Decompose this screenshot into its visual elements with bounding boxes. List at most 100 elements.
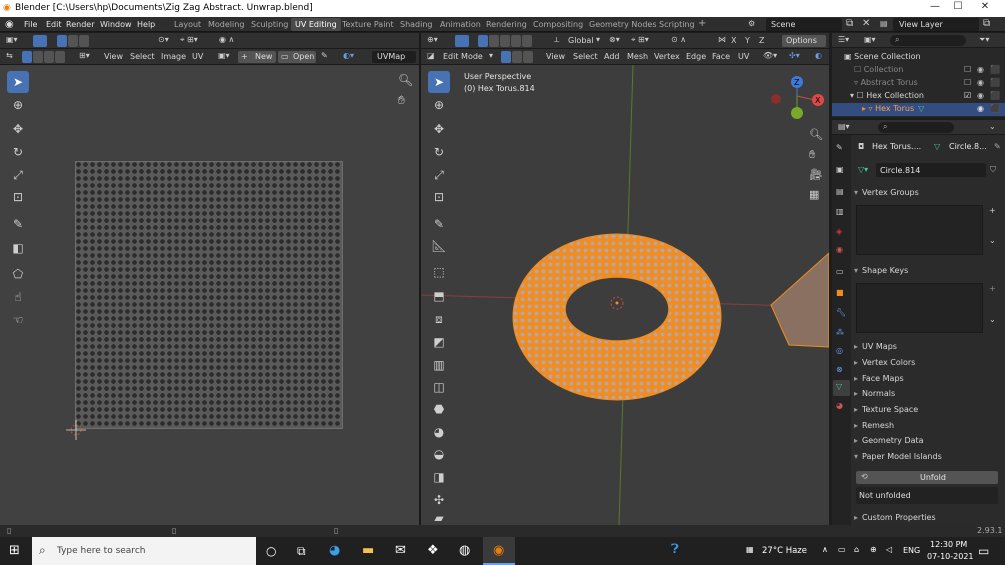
edge-select-mode[interactable] — [512, 51, 522, 63]
mirror-z[interactable]: Z — [759, 36, 764, 45]
pin-context-icon[interactable]: ✎ — [994, 142, 1001, 151]
outliner-type-icon[interactable]: ☰▾ — [838, 35, 849, 44]
shear-tool-icon[interactable]: ▰ — [428, 511, 450, 525]
extrude-tool-icon[interactable]: ⬒ — [428, 285, 450, 307]
weather-icon[interactable]: ▦ — [746, 545, 754, 554]
menu-help[interactable]: Help — [137, 20, 155, 29]
visibility-eye-icon[interactable]: ◉ — [977, 78, 984, 87]
viewport-editor-type-icon[interactable]: ⊕▾ — [427, 35, 438, 44]
app-icon[interactable]: ◍ — [459, 543, 470, 558]
gizmo-icon[interactable]: ✣▾ — [789, 51, 800, 60]
vertex-select-mode[interactable] — [501, 51, 511, 63]
uv-menu-view[interactable]: View — [104, 52, 123, 61]
spin-tool-icon[interactable]: ◕ — [428, 421, 450, 443]
tab-geometry-nodes[interactable]: Geometry Nodes — [589, 20, 656, 29]
vp-transform-tool-icon[interactable]: ⊡ — [428, 186, 450, 208]
tab-sculpting[interactable]: Sculpting — [251, 20, 288, 29]
uv-select-edge[interactable] — [68, 35, 78, 47]
vp-measure-tool-icon[interactable]: 📐︎ — [428, 235, 450, 257]
object-tab-icon[interactable]: ■ — [836, 288, 844, 297]
material-tab-icon[interactable]: ◕ — [836, 401, 843, 410]
transform-tool-icon[interactable]: ⊡ — [7, 186, 29, 208]
tab-modeling[interactable]: Modeling — [208, 20, 244, 29]
mesh-browse-icon[interactable]: ▽▾ — [858, 165, 868, 174]
select-mode-subtract[interactable] — [500, 35, 510, 47]
viewport-snap-icon[interactable]: ⌖ ⊞▾ — [631, 35, 649, 45]
loop-cut-tool-icon[interactable]: ▥ — [428, 354, 450, 376]
uv-edge-mode[interactable] — [33, 51, 43, 63]
viewport-pivot-icon[interactable]: ⊗▾ — [609, 35, 620, 44]
cortana-icon[interactable]: ○ — [266, 544, 276, 558]
uv-sync-icon[interactable]: ⇆ — [6, 51, 13, 60]
uv-menu-uv[interactable]: UV — [192, 52, 203, 61]
menu-file[interactable]: File — [24, 20, 37, 29]
globe-icon[interactable]: ⊕ — [870, 545, 877, 554]
fake-user-icon[interactable]: ⛉ — [990, 165, 996, 175]
tray-chevron-icon[interactable]: ∧ — [822, 545, 828, 554]
open-image-button[interactable]: ▭ Open — [278, 51, 316, 63]
viewport-menu-select[interactable]: Select — [573, 52, 598, 61]
tab-animation[interactable]: Animation — [440, 20, 481, 29]
uv-vertex-mode[interactable] — [22, 51, 32, 63]
panel-vertex-colors[interactable]: ▸ Vertex Colors — [854, 358, 1004, 372]
image-browse-icon[interactable]: ▣▾ — [218, 51, 230, 60]
help-icon[interactable]: ❓︎ — [671, 542, 679, 557]
task-view-icon[interactable]: ⧉ — [297, 544, 306, 559]
edge-browser-icon[interactable]: ◕ — [329, 543, 340, 558]
rip-region-icon[interactable]: ◧ — [7, 237, 29, 259]
close-button[interactable]: ✕ — [978, 1, 992, 12]
exclude-checkbox-icon[interactable]: ☐ — [964, 65, 971, 74]
uvmap-selector[interactable]: UVMap — [372, 51, 416, 63]
vp-scale-tool-icon[interactable]: ⤢ — [428, 164, 450, 186]
visibility-eye-icon[interactable]: ◉ — [977, 65, 984, 74]
3d-viewport[interactable]: User Perspective (0) Hex Torus.814 ➤ ⊕ ✥… — [421, 65, 829, 525]
mesh-name-field[interactable]: Circle.814 — [876, 163, 986, 177]
render-camera-icon[interactable]: ⬛ — [990, 104, 1000, 113]
physics-tab-icon[interactable]: ◎ — [836, 346, 843, 355]
inset-tool-icon[interactable]: ⧈ — [428, 308, 450, 330]
select-tool-icon[interactable]: ➤ — [7, 71, 29, 93]
view-layer-tab-icon[interactable]: ▥ — [836, 207, 844, 216]
relax-tool-icon[interactable]: ☝ — [7, 286, 29, 308]
viewport-menu-view[interactable]: View — [546, 52, 565, 61]
maximize-button[interactable]: ☐ — [951, 1, 965, 12]
viewport-menu-add[interactable]: Add — [604, 52, 620, 61]
navigation-gizmo[interactable]: Z X — [769, 73, 827, 123]
shape-key-menu-icon[interactable]: ⌄ — [989, 315, 996, 324]
viewport-proportional-icon[interactable]: ⊙ ∧ — [671, 35, 686, 44]
tab-texture-paint[interactable]: Texture Paint — [342, 20, 394, 29]
uv-menu-image[interactable]: Image — [161, 52, 186, 61]
modifier-tab-icon[interactable]: 🔧︎ — [836, 308, 846, 317]
blender-taskbar-button[interactable]: ◉ — [483, 537, 515, 565]
minimize-button[interactable]: — — [928, 1, 942, 12]
data-tab-active[interactable]: ▽ — [833, 380, 850, 396]
add-shape-key-icon[interactable]: + — [989, 284, 996, 293]
add-workspace-icon[interactable]: + — [698, 18, 706, 29]
tab-shading[interactable]: Shading — [400, 20, 433, 29]
blender-menu-icon[interactable]: ◉ — [5, 19, 14, 30]
menu-window[interactable]: Window — [100, 20, 132, 29]
uv-island-mode[interactable] — [55, 51, 65, 63]
select-mode-intersect[interactable] — [522, 35, 532, 47]
vp-move-tool-icon[interactable]: ✥ — [428, 118, 450, 140]
pan-hand-icon[interactable]: ✋︎ — [398, 93, 405, 108]
panel-shape-keys[interactable]: ▾ Shape Keys — [854, 266, 1004, 280]
vp-cursor-tool-icon[interactable]: ⊕ — [428, 94, 450, 116]
tab-rendering[interactable]: Rendering — [486, 20, 527, 29]
viewport-select-box[interactable] — [455, 35, 469, 47]
display-mode-icon[interactable]: ▣▾ — [864, 35, 876, 44]
scale-tool-icon[interactable]: ⤢ — [7, 164, 29, 186]
output-tab-icon[interactable]: ▤ — [836, 187, 844, 196]
panel-geometry-data[interactable]: ▸ Geometry Data — [854, 436, 1004, 450]
battery-icon[interactable]: ▭ — [838, 545, 846, 554]
menu-render[interactable]: Render — [66, 20, 94, 29]
select-mode-set[interactable] — [478, 35, 488, 47]
weather-text[interactable]: 27°C Haze — [762, 546, 807, 556]
options-button[interactable]: Options — [782, 35, 826, 47]
properties-type-icon[interactable]: ▤▾ — [838, 122, 850, 131]
panel-paper-model[interactable]: ▾ Paper Model Islands — [854, 452, 1004, 466]
clock-date[interactable]: 07-10-2021 — [927, 552, 974, 561]
shrink-fatten-tool-icon[interactable]: ✣ — [428, 489, 450, 511]
smooth-tool-icon[interactable]: ◒ — [428, 443, 450, 465]
add-vertex-group-icon[interactable]: + — [989, 206, 996, 215]
